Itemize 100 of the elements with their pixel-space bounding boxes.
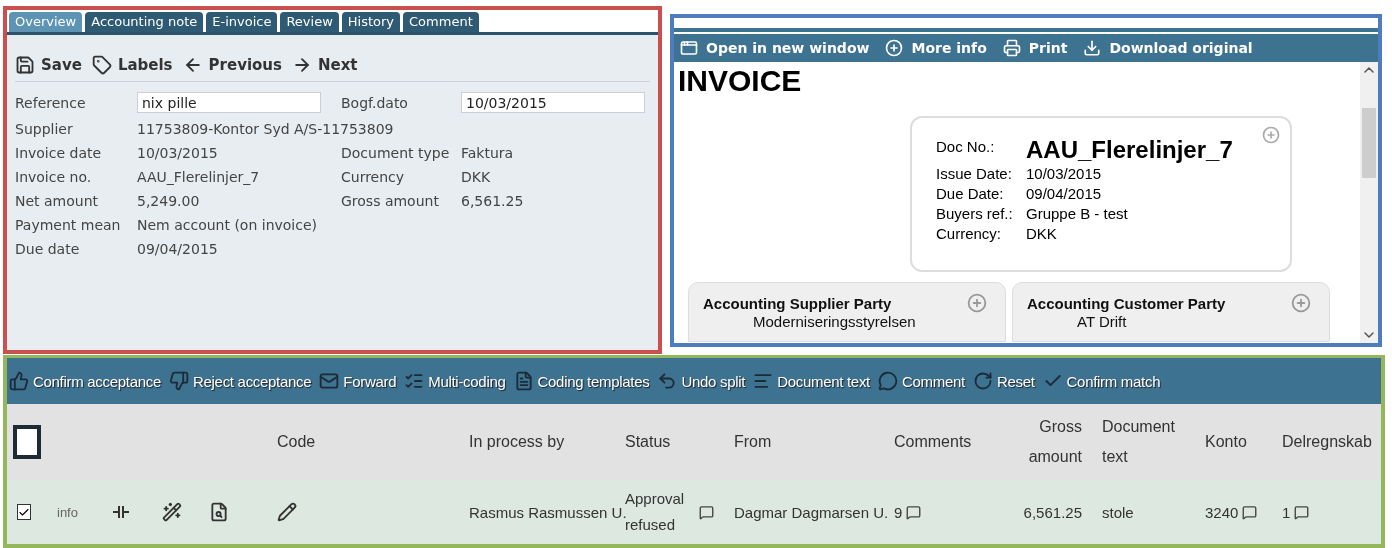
detail-value: DKK (1026, 225, 1058, 242)
scrollbar[interactable] (1360, 62, 1378, 343)
document-title: INVOICE (678, 66, 803, 96)
template-icon (513, 371, 534, 392)
detail-label: Buyers ref.: (936, 205, 1014, 222)
checkbox[interactable] (17, 504, 31, 521)
plus-icon (1262, 126, 1280, 144)
toolbar-button[interactable]: Multi-coding (404, 371, 506, 392)
field-label: Currency (341, 169, 406, 185)
reset-icon (972, 371, 993, 392)
toolbar-button[interactable]: Save (15, 55, 82, 75)
table-cell-text: stole (1102, 503, 1135, 521)
toolbar-button[interactable]: Reject acceptance (169, 371, 312, 392)
comment-icon (1294, 504, 1310, 520)
field-label: Payment mean (15, 217, 122, 233)
detail-label: Issue Date: (936, 165, 1013, 182)
column-header: Document text (1102, 417, 1176, 468)
party-name: AT Drift (1077, 313, 1128, 330)
document-search-icon (209, 502, 229, 523)
party-title: Accounting Customer Party (1027, 295, 1226, 312)
comment-icon (906, 504, 922, 520)
column-header: Gross amount (1027, 417, 1083, 468)
toolbar-button[interactable]: Undo split (657, 371, 746, 392)
column-header: Code (277, 432, 317, 453)
field-value: Nem account (on invoice) (137, 217, 319, 233)
field-value: Faktura (461, 145, 515, 161)
tab[interactable]: E-invoice (206, 12, 278, 32)
field-label: Invoice date (15, 145, 103, 161)
tab[interactable]: Accounting note (85, 12, 204, 32)
field-value: DKK (461, 169, 492, 185)
tab[interactable]: History (341, 12, 401, 32)
info-link[interactable]: info (57, 504, 112, 520)
toolbar-button[interactable]: Print (1002, 39, 1068, 57)
window-icon (680, 39, 698, 57)
toolbar-button[interactable]: Previous (182, 55, 282, 75)
toolbar-button[interactable]: Forward (319, 371, 397, 392)
table-cell: 3240 (1205, 503, 1239, 521)
column-header: In process by (469, 432, 566, 453)
field-value: 11753809-Kontor Syd A/S-11753809 (137, 121, 395, 137)
toolbar-button[interactable]: Next (291, 55, 358, 75)
field-label: Reference (15, 94, 87, 111)
table-cell-text: Dagmar Dagmarsen U. (734, 503, 890, 521)
thumbs-up-icon (9, 371, 29, 392)
tab[interactable]: Review (280, 12, 339, 32)
column-header: Status (625, 432, 672, 453)
download-icon (1083, 39, 1102, 57)
table-cell: 9 (894, 503, 903, 521)
field-value: 10/03/2015 (137, 145, 219, 161)
document-number: AAU_Flerelinjer_7 (1026, 138, 1234, 162)
party-title: Accounting Supplier Party (703, 295, 892, 312)
field-value: 6,561.25 (461, 193, 525, 209)
label-icon (91, 55, 112, 75)
detail-label: Due Date: (936, 185, 1005, 202)
plus-icon (885, 39, 904, 57)
wand-icon (162, 502, 182, 523)
toolbar-button[interactable]: Document text (753, 371, 870, 392)
comment-icon (877, 371, 898, 392)
toolbar-button[interactable]: Comment (877, 371, 965, 392)
table-cell: 1 (1282, 503, 1291, 521)
detail-value: 09/04/2015 (1026, 185, 1103, 202)
field-label: Document type (341, 145, 451, 161)
field-label: Gross amount (341, 193, 440, 209)
column-header: Konto (1205, 432, 1248, 453)
column-header: Comments (894, 432, 973, 453)
column-header: Delregnskab (1282, 432, 1373, 453)
print-icon (1002, 39, 1021, 57)
toolbar-button[interactable]: Confirm match (1042, 371, 1161, 392)
field-label: Supplier (15, 121, 74, 137)
scrollbar-thumb[interactable] (1362, 107, 1376, 178)
thumbs-down-icon (169, 371, 189, 392)
detail-value: 10/03/2015 (1026, 165, 1103, 182)
tab[interactable]: Comment (403, 12, 479, 32)
toolbar-button[interactable]: Download original (1083, 39, 1253, 57)
field-value: 5,249.00 (137, 193, 201, 209)
field-value: 09/04/2015 (137, 241, 219, 257)
tab[interactable]: Overview (9, 12, 83, 32)
comment-icon (1242, 504, 1258, 520)
party-name: Moderniseringsstyrelsen (753, 313, 917, 330)
text-field[interactable]: 10/03/2015 (461, 92, 645, 113)
field-value: AAU_Flerelinjer_7 (137, 169, 261, 185)
field-label: Due date (15, 241, 81, 257)
plus-icon (967, 293, 987, 313)
field-label: Net amount (15, 193, 100, 209)
table-cell: Rasmus Rasmussen U. (469, 503, 625, 521)
text-field[interactable]: nix pille (137, 92, 321, 113)
detail-label: Currency: (936, 225, 1003, 242)
detail-value: Gruppe B - test (1026, 205, 1129, 222)
toolbar-button[interactable]: Coding templates (513, 371, 650, 392)
plus-icon (1291, 293, 1311, 313)
toolbar-button[interactable]: Confirm acceptance (9, 371, 161, 392)
column-header: From (734, 432, 773, 453)
toolbar-button[interactable]: More info (885, 39, 987, 57)
toolbar-button[interactable]: Labels (91, 55, 173, 75)
detail-label: Doc No.: (936, 138, 996, 157)
toolbar-button[interactable]: Open in new window (680, 39, 870, 57)
table-cell-text: 6,561.25 (1022, 503, 1083, 521)
toolbar-button[interactable]: Reset (972, 371, 1035, 392)
envelope-icon (319, 371, 340, 392)
comment-icon (699, 504, 714, 520)
checkbox[interactable] (13, 425, 41, 460)
